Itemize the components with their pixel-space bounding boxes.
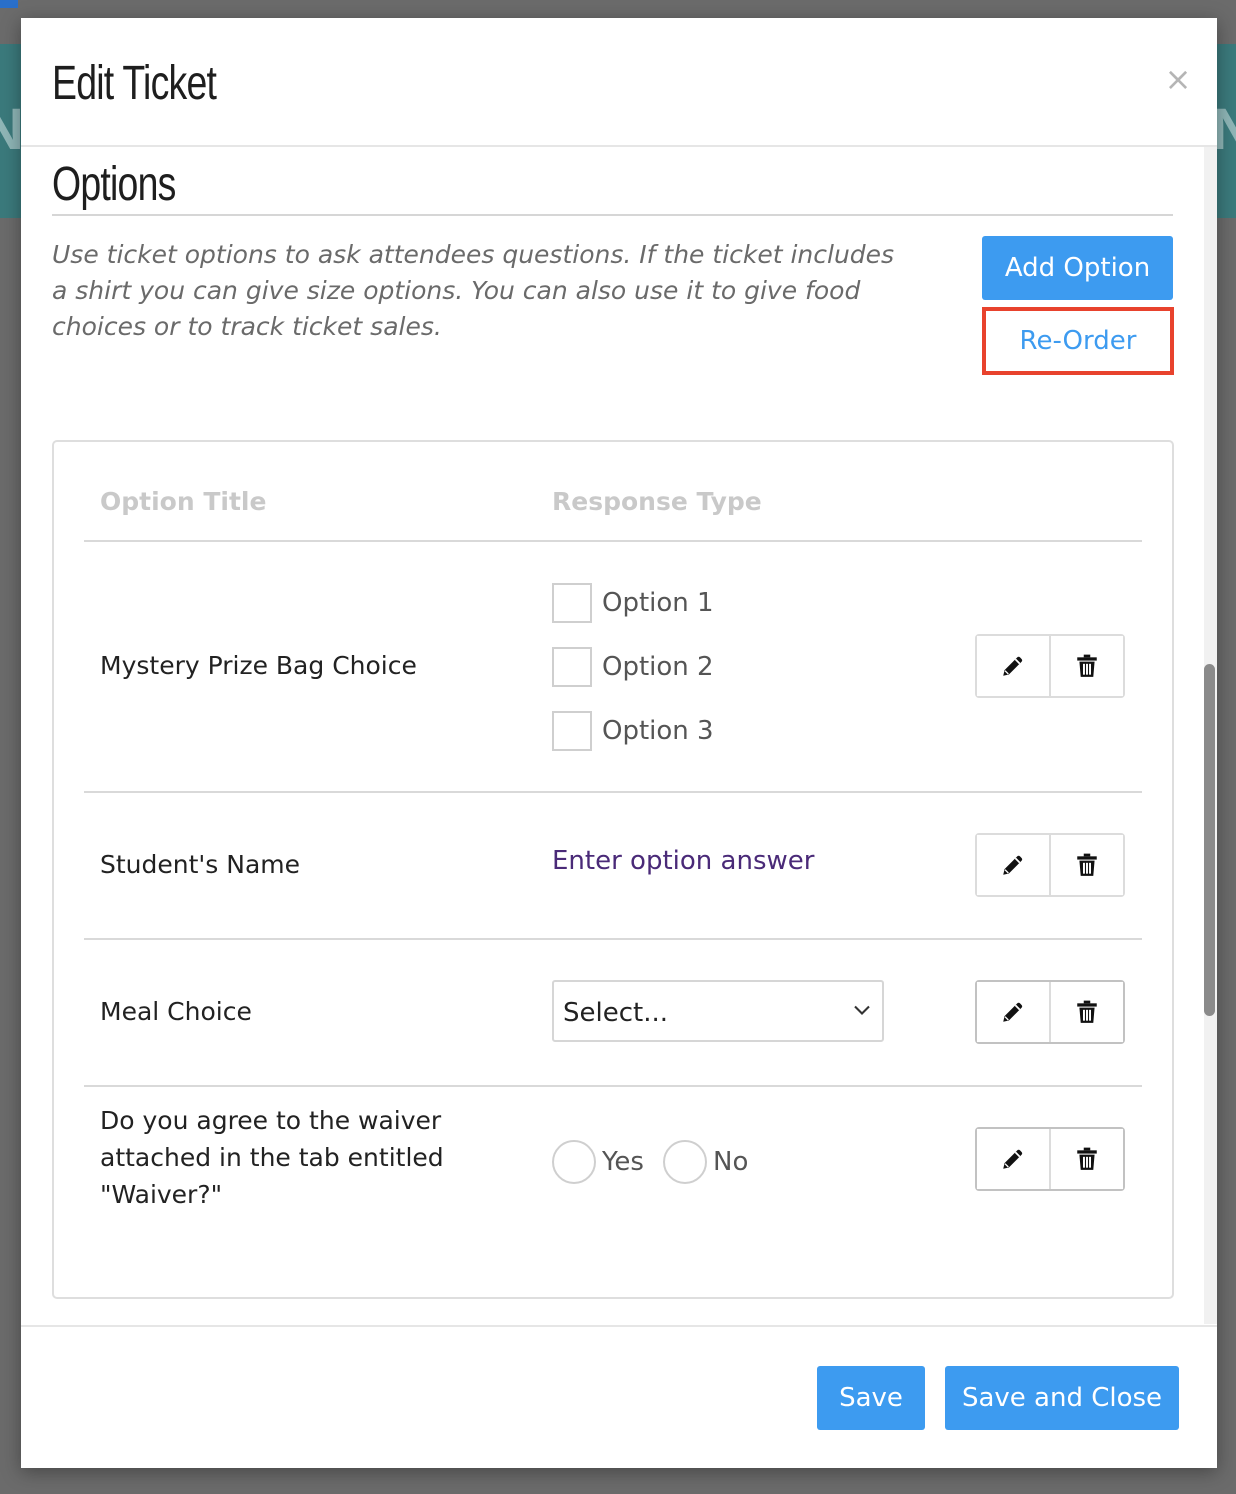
- row-actions: [975, 980, 1125, 1044]
- row-divider: [84, 1085, 1142, 1087]
- modal-header: Edit Ticket ×: [21, 18, 1217, 147]
- pencil-icon: [1003, 855, 1023, 875]
- delete-button[interactable]: [1049, 982, 1123, 1042]
- modal-body: Options Use ticket options to ask attend…: [21, 147, 1217, 1324]
- checkbox[interactable]: [552, 711, 592, 751]
- row-actions: [975, 833, 1125, 897]
- save-button[interactable]: Save: [817, 1366, 925, 1430]
- delete-button[interactable]: [1049, 835, 1123, 895]
- meal-choice-select[interactable]: Select...: [552, 980, 884, 1042]
- reorder-highlight: Re-Order: [982, 307, 1174, 375]
- row-actions: [975, 1127, 1125, 1191]
- modal-footer: Save Save and Close: [21, 1325, 1217, 1468]
- add-option-button[interactable]: Add Option: [982, 236, 1173, 300]
- row-actions: [975, 634, 1125, 698]
- edit-button[interactable]: [977, 982, 1049, 1042]
- checkbox-label: Option 2: [602, 652, 714, 682]
- radio-option[interactable]: Yes: [552, 1139, 644, 1185]
- delete-button[interactable]: [1049, 636, 1123, 696]
- reorder-button[interactable]: Re-Order: [986, 311, 1170, 371]
- radio-label: No: [713, 1147, 749, 1177]
- option-title: Do you agree to the waiver attached in t…: [100, 1106, 444, 1209]
- radio-button[interactable]: [552, 1140, 596, 1184]
- section-title: Options: [52, 158, 176, 211]
- trash-icon: [1077, 1000, 1097, 1023]
- option-answer-field[interactable]: Enter option answer: [552, 846, 814, 876]
- trash-icon: [1077, 1147, 1097, 1170]
- row-divider: [84, 791, 1142, 793]
- pencil-icon: [1003, 656, 1023, 676]
- checkbox-label: Option 1: [602, 588, 714, 618]
- chevron-down-icon: [854, 1005, 870, 1015]
- radio-button[interactable]: [663, 1140, 707, 1184]
- checkbox-option[interactable]: Option 1: [552, 582, 714, 624]
- pencil-icon: [1003, 1002, 1023, 1022]
- trash-icon: [1077, 853, 1097, 876]
- delete-button[interactable]: [1049, 1129, 1123, 1189]
- radio-label: Yes: [602, 1147, 644, 1177]
- modal-title: Edit Ticket: [52, 57, 217, 110]
- save-and-close-button[interactable]: Save and Close: [945, 1366, 1179, 1430]
- checkbox-option[interactable]: Option 3: [552, 710, 714, 752]
- column-header-option-title: Option Title: [100, 487, 267, 516]
- checkbox[interactable]: [552, 583, 592, 623]
- option-title: Student's Name: [100, 850, 301, 879]
- options-help-text: Use ticket options to ask attendees ques…: [52, 240, 895, 341]
- section-divider: [52, 214, 1173, 216]
- row-divider: [84, 938, 1142, 940]
- edit-button[interactable]: [977, 636, 1049, 696]
- background-accent: [0, 0, 18, 8]
- option-title: Mystery Prize Bag Choice: [100, 651, 417, 680]
- radio-option[interactable]: No: [663, 1139, 748, 1185]
- option-title: Meal Choice: [100, 997, 252, 1026]
- checkbox-option[interactable]: Option 2: [552, 646, 714, 688]
- pencil-icon: [1003, 1149, 1023, 1169]
- checkbox[interactable]: [552, 647, 592, 687]
- column-header-response-type: Response Type: [552, 487, 762, 516]
- edit-button[interactable]: [977, 835, 1049, 895]
- close-icon[interactable]: ×: [1161, 62, 1195, 96]
- edit-button[interactable]: [977, 1129, 1049, 1189]
- checkbox-label: Option 3: [602, 716, 714, 746]
- options-table: Option Title Response Type Mystery Prize…: [52, 440, 1174, 1299]
- header-divider: [84, 540, 1142, 542]
- trash-icon: [1077, 654, 1097, 677]
- scrollbar-thumb[interactable]: [1204, 664, 1215, 1016]
- edit-ticket-modal: Edit Ticket × Options Use ticket options…: [21, 18, 1217, 1468]
- select-value: Select...: [563, 998, 669, 1028]
